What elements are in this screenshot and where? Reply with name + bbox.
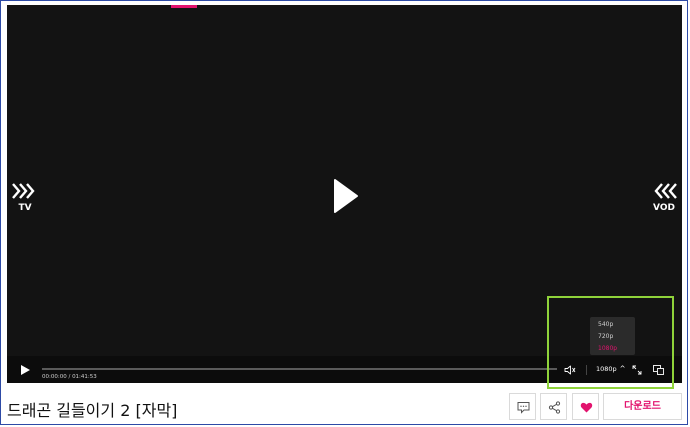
quality-menu: 540p 720p 1080p — [590, 317, 635, 355]
quality-button[interactable]: 1080p ^ — [596, 365, 626, 373]
quality-current: 1080p — [596, 365, 617, 373]
nav-tv-button[interactable]: TV — [7, 181, 45, 213]
total-time: 01:41:53 — [72, 374, 97, 380]
quality-option-540p[interactable]: 540p — [590, 319, 635, 331]
quality-option-720p[interactable]: 720p — [590, 331, 635, 343]
top-accent-bar — [171, 5, 197, 8]
share-icon — [548, 401, 561, 414]
play-icon[interactable] — [19, 364, 31, 376]
heart-icon — [580, 402, 593, 413]
fullscreen-icon[interactable] — [632, 365, 642, 375]
download-button[interactable]: 다운로드 — [603, 393, 682, 420]
nav-vod-button[interactable]: VOD — [644, 181, 682, 213]
time-separator: / — [68, 374, 71, 380]
control-divider — [586, 365, 587, 375]
progress-bar[interactable] — [42, 368, 557, 370]
volume-icon[interactable] — [564, 365, 576, 375]
play-icon[interactable] — [325, 176, 365, 216]
page-title: 드래곤 길들이기 2 [자막] — [7, 401, 178, 420]
share-button[interactable] — [540, 393, 567, 420]
chevron-up-icon: ^ — [619, 365, 626, 373]
like-button[interactable] — [572, 393, 599, 420]
nav-vod-label: VOD — [653, 203, 675, 213]
chevron-left-icon — [654, 183, 677, 199]
pip-icon[interactable] — [653, 365, 664, 375]
chevron-right-icon — [12, 183, 35, 199]
quality-option-1080p[interactable]: 1080p — [590, 343, 635, 355]
time-display: 00:00:00 / 01:41:53 — [42, 374, 97, 380]
control-bar: 00:00:00 / 01:41:53 1080p ^ — [7, 356, 682, 383]
comment-button[interactable] — [509, 393, 536, 420]
current-time: 00:00:00 — [42, 374, 67, 380]
comment-icon — [517, 402, 530, 414]
video-player[interactable]: TV VOD 540p 720p 1080p 00:00:00 / 01:41:… — [7, 5, 682, 383]
nav-tv-label: TV — [18, 203, 32, 213]
